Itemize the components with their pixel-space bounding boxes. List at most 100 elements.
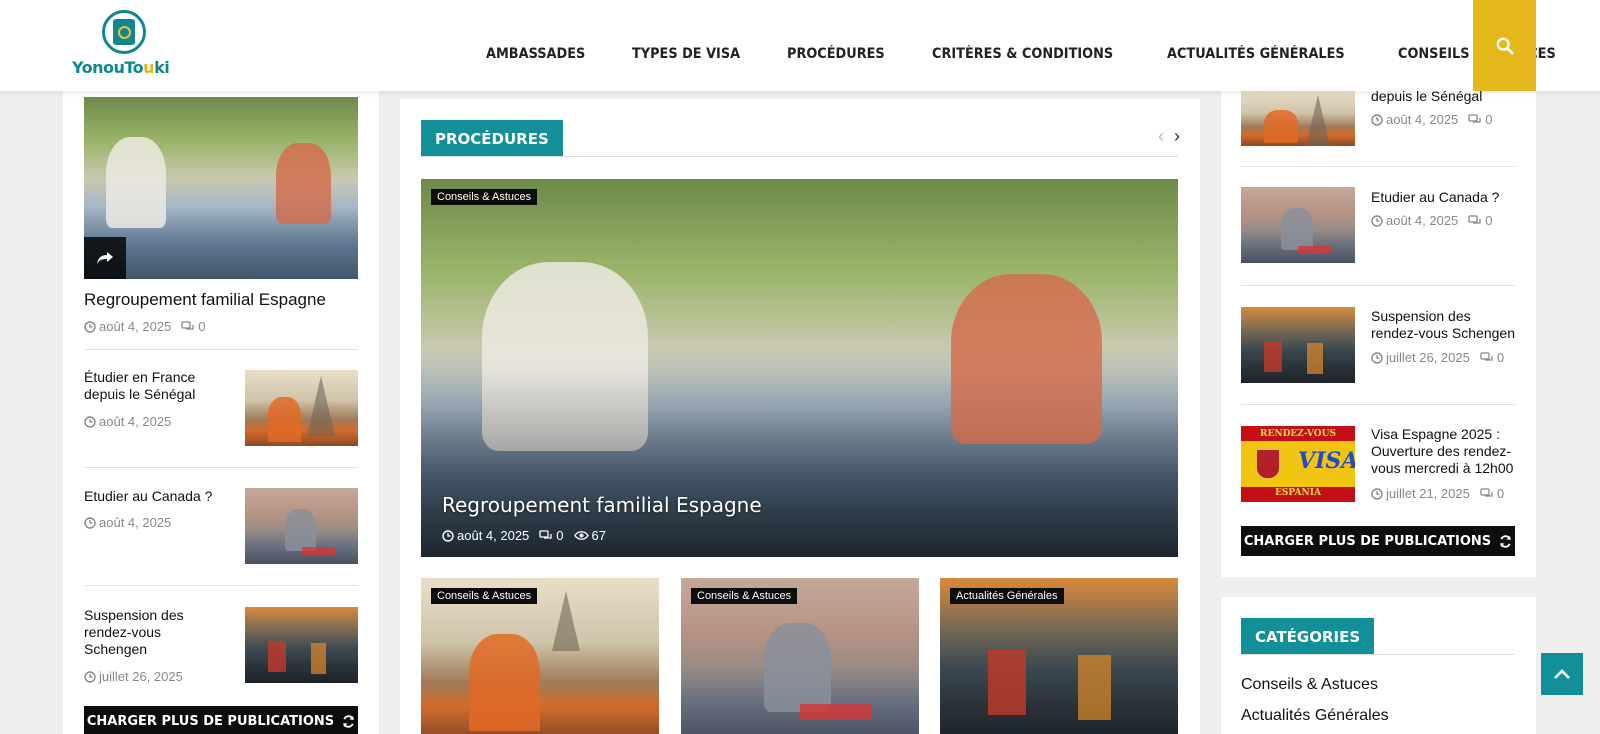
category-badge[interactable]: Conseils & Astuces — [431, 189, 538, 205]
right-widget: depuis le Sénégal août 4, 2025 0 Etudier… — [1221, 88, 1536, 577]
list-item-thumbnail[interactable] — [1241, 187, 1355, 263]
list-item-date: juillet 26, 2025 — [99, 669, 183, 684]
category-badge[interactable]: Actualités Générales — [950, 588, 1064, 604]
card-image[interactable]: Conseils & Astuces — [681, 578, 919, 734]
site-logo[interactable]: YonouTouki — [72, 8, 176, 77]
list-item-comments: 0 — [1485, 112, 1493, 127]
clock-icon — [84, 670, 96, 683]
list-item-date: août 4, 2025 — [99, 515, 172, 530]
featured-image[interactable] — [84, 97, 358, 279]
divider — [84, 467, 358, 468]
list-item-meta: août 4, 2025 — [84, 515, 171, 530]
prev-arrow-icon[interactable]: ‹ — [1158, 126, 1164, 147]
clock-icon — [84, 516, 96, 529]
search-icon — [1496, 37, 1514, 55]
list-item-date: août 4, 2025 — [99, 414, 172, 429]
divider — [84, 349, 358, 350]
comments-icon — [1468, 113, 1481, 123]
divider — [84, 585, 358, 586]
comments-icon — [539, 529, 552, 539]
clock-icon — [84, 320, 96, 333]
comments-icon — [1480, 487, 1493, 497]
list-item-comments: 0 — [1496, 350, 1505, 365]
category-badge[interactable]: Conseils & Astuces — [431, 588, 538, 604]
nav-criteres-conditions[interactable]: CRITÈRES & CONDITIONS — [932, 46, 1113, 62]
list-item-thumbnail[interactable] — [1241, 91, 1355, 146]
section-title[interactable]: PROCÉDURES — [421, 120, 563, 157]
divider — [1241, 285, 1515, 286]
list-item-title[interactable]: Etudier au Canada ? — [84, 488, 224, 505]
list-item-date: août 4, 2025 — [1386, 112, 1459, 127]
procedures-section: PROCÉDURES ‹ › Conseils & Astuces Regrou… — [400, 99, 1200, 734]
clock-icon — [84, 415, 96, 428]
load-more-label: CHARGER PLUS DE PUBLICATIONS — [86, 713, 335, 729]
clock-icon — [1371, 113, 1383, 126]
hero-image[interactable]: Conseils & Astuces Regroupement familial… — [421, 179, 1178, 557]
list-item-thumbnail[interactable] — [1241, 307, 1355, 383]
nav-actualites-generales[interactable]: ACTUALITÉS GÉNÉRALES — [1167, 46, 1345, 62]
logo-text: YonouTouki — [72, 58, 170, 77]
section-underline — [1241, 654, 1515, 655]
eye-icon — [573, 531, 589, 540]
share-button[interactable] — [84, 237, 126, 279]
list-item-comments: 0 — [1485, 213, 1493, 228]
spain-img-top: RENDEZ-VOUS — [1260, 429, 1336, 439]
refresh-icon — [343, 714, 355, 728]
list-item-comments: 0 — [1496, 486, 1505, 501]
comments-icon — [181, 320, 194, 330]
list-item-thumbnail[interactable] — [245, 607, 358, 683]
hero-views: 67 — [591, 528, 606, 543]
next-arrow-icon[interactable]: › — [1174, 126, 1180, 147]
nav-procedures[interactable]: PROCÉDURES — [787, 46, 885, 62]
divider — [1241, 404, 1515, 405]
passport-icon — [102, 10, 146, 54]
hero-title[interactable]: Regroupement familial Espagne — [442, 493, 762, 517]
nav-ambassades[interactable]: AMBASSADES — [486, 46, 585, 62]
list-item-meta: juillet 21, 2025 0 — [1371, 486, 1504, 501]
list-item-meta: août 4, 2025 0 — [1371, 112, 1493, 127]
category-link[interactable]: Actualités Générales — [1241, 707, 1389, 725]
slider-arrows: ‹ › — [1148, 126, 1180, 147]
chevron-up-icon — [1554, 669, 1570, 679]
list-item-thumbnail[interactable] — [245, 370, 358, 446]
load-more-button[interactable]: CHARGER PLUS DE PUBLICATIONS — [84, 706, 358, 734]
section-underline — [421, 156, 1178, 157]
list-item-meta: juillet 26, 2025 — [84, 669, 183, 684]
list-item-title[interactable]: Etudier au Canada ? — [1371, 189, 1521, 206]
refresh-icon — [1500, 534, 1512, 548]
load-more-label: CHARGER PLUS DE PUBLICATIONS — [1243, 533, 1492, 549]
card-image[interactable]: Conseils & Astuces — [421, 578, 659, 734]
list-item-date: août 4, 2025 — [1386, 213, 1459, 228]
list-item-title[interactable]: Visa Espagne 2025 : Ouverture des rendez… — [1371, 426, 1521, 477]
spain-img-visa: VISA — [1298, 448, 1355, 474]
clock-icon — [442, 529, 454, 542]
category-link[interactable]: Conseils & Astuces — [1241, 676, 1378, 694]
list-item-meta: août 4, 2025 0 — [1371, 213, 1493, 228]
list-item-meta: août 4, 2025 — [84, 414, 171, 429]
categories-widget: CATÉGORIES Conseils & Astuces Actualités… — [1221, 597, 1536, 734]
search-button[interactable] — [1473, 0, 1536, 91]
coat-of-arms-icon — [1255, 448, 1281, 480]
card-image[interactable]: Actualités Générales — [940, 578, 1178, 734]
list-item-thumbnail[interactable]: RENDEZ-VOUS VISA ESPANIA — [1241, 426, 1355, 502]
list-item-date: juillet 21, 2025 — [1386, 486, 1470, 501]
list-item-title[interactable]: Suspension des rendez-vous Schengen — [1371, 308, 1521, 342]
hero-date: août 4, 2025 — [457, 528, 530, 543]
list-item-meta: juillet 26, 2025 0 — [1371, 350, 1504, 365]
featured-title[interactable]: Regroupement familial Espagne — [84, 290, 326, 310]
comments-icon — [1468, 214, 1481, 224]
divider — [1241, 166, 1515, 167]
list-item-title[interactable]: Suspension des rendez-vous Schengen — [84, 607, 204, 658]
spain-img-bottom: ESPANIA — [1275, 488, 1321, 498]
list-item-title[interactable]: Étudier en France depuis le Sénégal — [84, 369, 224, 403]
load-more-button[interactable]: CHARGER PLUS DE PUBLICATIONS — [1241, 526, 1515, 556]
back-to-top-button[interactable] — [1541, 653, 1583, 695]
featured-meta: août 4, 2025 0 — [84, 319, 206, 334]
clock-icon — [1371, 214, 1383, 227]
list-item-thumbnail[interactable] — [245, 488, 358, 564]
featured-comments: 0 — [198, 319, 206, 334]
category-badge[interactable]: Conseils & Astuces — [691, 588, 798, 604]
main-nav: AMBASSADES TYPES DE VISA PROCÉDURES CRIT… — [486, 46, 1600, 62]
clock-icon — [1371, 487, 1383, 500]
nav-types-de-visa[interactable]: TYPES DE VISA — [632, 46, 740, 62]
